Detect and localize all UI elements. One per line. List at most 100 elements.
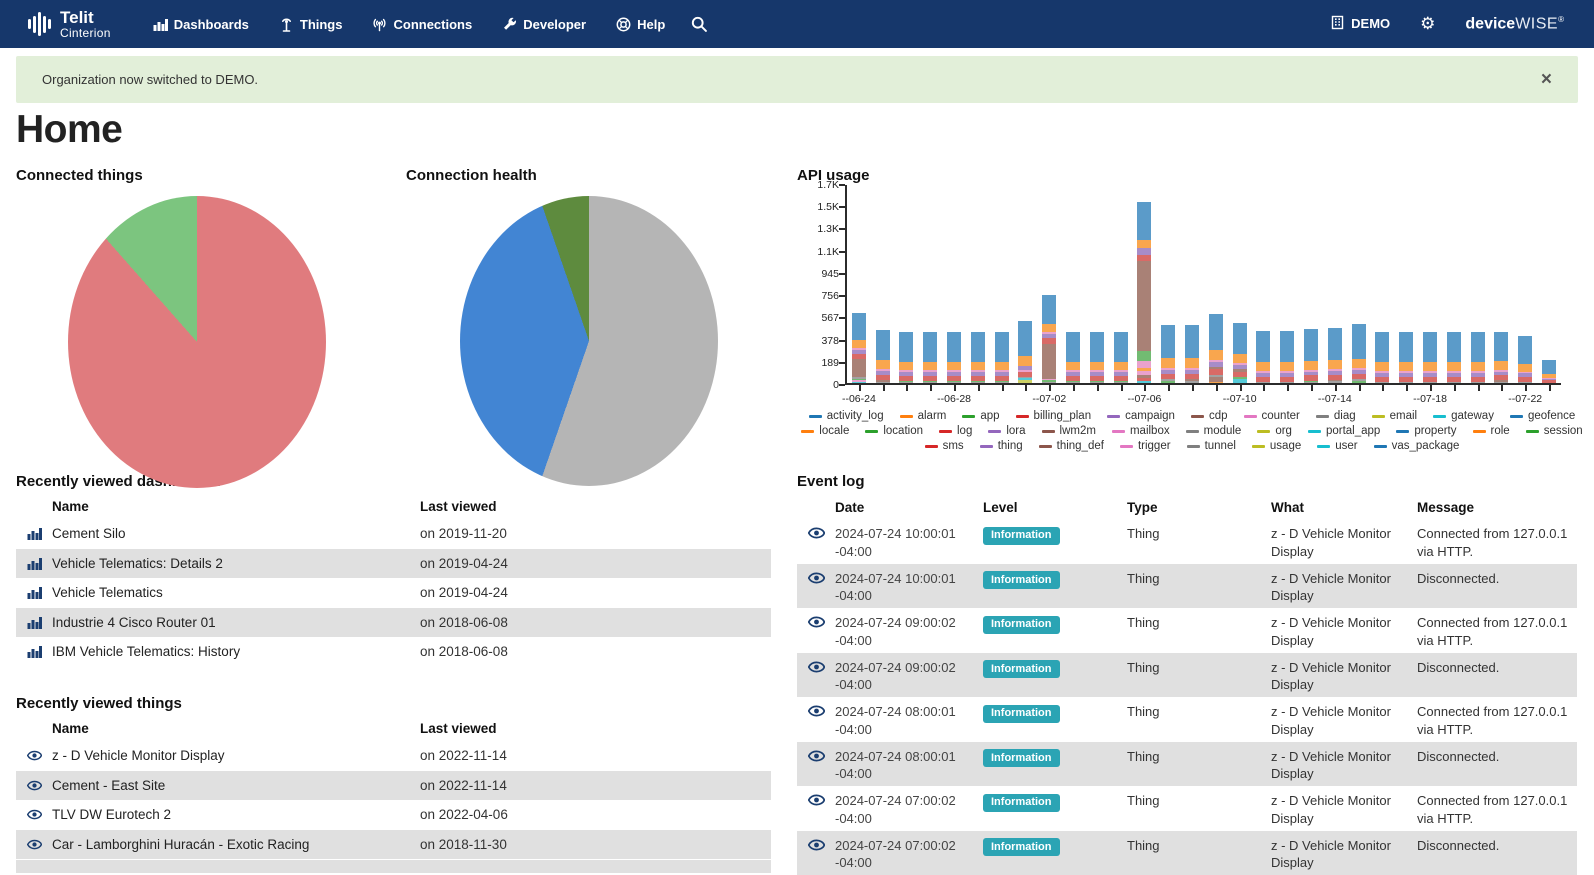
legend-item-gateway[interactable]: gateway	[1433, 410, 1494, 422]
legend-item-thing[interactable]: thing	[980, 440, 1023, 452]
bar-segment	[1185, 358, 1199, 368]
connected-things-pie-chart[interactable]	[68, 196, 326, 488]
legend-item-role[interactable]: role	[1473, 425, 1510, 437]
level-badge: Information	[983, 838, 1060, 856]
legend-swatch	[1107, 415, 1120, 418]
api-usage-bar-07-16[interactable]	[1371, 185, 1395, 383]
api-usage-bar-07-20[interactable]	[1466, 185, 1490, 383]
api-usage-bar-06-27[interactable]	[918, 185, 942, 383]
api-usage-bar-07-05[interactable]	[1109, 185, 1133, 383]
legend-item-lora[interactable]: lora	[988, 425, 1025, 437]
api-usage-bar-06-25[interactable]	[871, 185, 895, 383]
api-usage-bar-07-19[interactable]	[1442, 185, 1466, 383]
brand-logo[interactable]: Telit Cinterion	[28, 9, 111, 39]
search-icon[interactable]	[691, 16, 707, 32]
dashboard-row[interactable]: Cement Silo on 2019-11-20	[16, 519, 771, 549]
api-usage-bar-07-09[interactable]	[1204, 185, 1228, 383]
event-log-row[interactable]: 2024-07-24 08:00:01-04:00 Information Th…	[797, 742, 1577, 787]
legend-item-vas_package[interactable]: vas_package	[1374, 440, 1460, 452]
api-usage-bar-07-06[interactable]: --07-06	[1133, 185, 1157, 383]
dashboard-row[interactable]: Vehicle Telematics: Details 2 on 2019-04…	[16, 549, 771, 579]
legend-swatch	[988, 430, 1001, 433]
nav-item-help[interactable]: Help	[616, 17, 665, 32]
connection-health-pie-chart[interactable]	[460, 196, 718, 486]
legend-item-portal_app[interactable]: portal_app	[1308, 425, 1380, 437]
legend-item-app[interactable]: app	[962, 410, 999, 422]
legend-item-user[interactable]: user	[1317, 440, 1357, 452]
dashboard-row[interactable]: IBM Vehicle Telematics: History on 2018-…	[16, 637, 771, 667]
org-switcher[interactable]: DEMO	[1330, 15, 1390, 33]
gear-icon[interactable]: ⚙	[1420, 15, 1435, 32]
api-usage-bar-06-30[interactable]	[990, 185, 1014, 383]
legend-item-campaign[interactable]: campaign	[1107, 410, 1175, 422]
api-usage-bar-07-07[interactable]	[1156, 185, 1180, 383]
legend-item-log[interactable]: log	[939, 425, 972, 437]
api-usage-bar-07-22[interactable]: --07-22	[1513, 185, 1537, 383]
legend-item-usage[interactable]: usage	[1252, 440, 1301, 452]
legend-item-email[interactable]: email	[1372, 410, 1417, 422]
nav-item-developer[interactable]: Developer	[502, 17, 586, 32]
event-log-row[interactable]: 2024-07-24 09:00:02-04:00 Information Th…	[797, 653, 1577, 698]
legend-item-cdp[interactable]: cdp	[1191, 410, 1228, 422]
api-usage-bar-07-11[interactable]	[1252, 185, 1276, 383]
legend-item-org[interactable]: org	[1257, 425, 1292, 437]
column-header-type: Type	[1127, 500, 1271, 515]
api-usage-bar-07-04[interactable]	[1085, 185, 1109, 383]
api-usage-bar-07-18[interactable]: --07-18	[1418, 185, 1442, 383]
nav-item-things[interactable]: Things	[279, 17, 343, 32]
close-icon[interactable]: ×	[1541, 70, 1552, 89]
thing-row[interactable]: Cement - East Site on 2022-11-14	[16, 771, 771, 801]
event-log-row[interactable]: 2024-07-24 08:00:01-04:00 Information Th…	[797, 697, 1577, 742]
legend-label: geofence	[1528, 410, 1575, 422]
api-usage-bar-07-08[interactable]	[1180, 185, 1204, 383]
legend-label: trigger	[1138, 440, 1171, 452]
api-usage-bar-07-17[interactable]	[1394, 185, 1418, 383]
event-date: 2024-07-24 07:00:02-04:00	[835, 792, 983, 827]
building-icon	[1330, 15, 1345, 33]
thing-row[interactable]: z - D Vehicle Monitor Display on 2022-11…	[16, 741, 771, 771]
legend-item-activity_log[interactable]: activity_log	[809, 410, 884, 422]
legend-item-property[interactable]: property	[1396, 425, 1456, 437]
legend-item-session[interactable]: session	[1526, 425, 1583, 437]
legend-item-lwm2m[interactable]: lwm2m	[1042, 425, 1096, 437]
api-usage-bar-07-02[interactable]: --07-02	[1037, 185, 1061, 383]
bar-segment	[1090, 382, 1104, 383]
api-usage-bar-07-14[interactable]: --07-14	[1323, 185, 1347, 383]
api-usage-bar-06-26[interactable]	[895, 185, 919, 383]
legend-item-diag[interactable]: diag	[1316, 410, 1356, 422]
event-log-row[interactable]: 2024-07-24 07:00:02-04:00 Information Th…	[797, 786, 1577, 831]
api-usage-bar-06-28[interactable]: --06-28	[942, 185, 966, 383]
legend-item-geofence[interactable]: geofence	[1510, 410, 1575, 422]
api-usage-bar-06-29[interactable]	[966, 185, 990, 383]
event-log-row[interactable]: 2024-07-24 10:00:01-04:00 Information Th…	[797, 519, 1577, 564]
api-usage-bar-07-23[interactable]	[1537, 185, 1561, 383]
legend-item-sms[interactable]: sms	[925, 440, 964, 452]
thing-row[interactable]: TLV DW Eurotech 2 on 2022-04-06	[16, 800, 771, 830]
legend-item-location[interactable]: location	[865, 425, 923, 437]
legend-item-billing_plan[interactable]: billing_plan	[1016, 410, 1092, 422]
legend-item-thing_def[interactable]: thing_def	[1039, 440, 1104, 452]
event-log-row[interactable]: 2024-07-24 07:00:02-04:00 Information Th…	[797, 831, 1577, 875]
nav-item-connections[interactable]: Connections	[372, 17, 472, 32]
legend-item-trigger[interactable]: trigger	[1120, 440, 1171, 452]
api-usage-bar-07-12[interactable]	[1275, 185, 1299, 383]
api-usage-bar-07-13[interactable]	[1299, 185, 1323, 383]
legend-item-counter[interactable]: counter	[1244, 410, 1300, 422]
api-usage-bar-06-24[interactable]: --06-24	[847, 185, 871, 383]
api-usage-bar-07-10[interactable]: --07-10	[1228, 185, 1252, 383]
api-usage-bar-07-21[interactable]	[1490, 185, 1514, 383]
dashboard-row[interactable]: Vehicle Telematics on 2019-04-24	[16, 578, 771, 608]
legend-item-tunnel[interactable]: tunnel	[1187, 440, 1236, 452]
event-log-row[interactable]: 2024-07-24 09:00:02-04:00 Information Th…	[797, 608, 1577, 653]
nav-item-dashboards[interactable]: Dashboards	[153, 17, 249, 32]
legend-item-mailbox[interactable]: mailbox	[1112, 425, 1170, 437]
legend-item-alarm[interactable]: alarm	[900, 410, 947, 422]
dashboard-row[interactable]: Industrie 4 Cisco Router 01 on 2018-06-0…	[16, 608, 771, 638]
api-usage-bar-07-15[interactable]	[1347, 185, 1371, 383]
legend-item-locale[interactable]: locale	[801, 425, 849, 437]
event-log-row[interactable]: 2024-07-24 10:00:01-04:00 Information Th…	[797, 564, 1577, 609]
api-usage-bar-07-01[interactable]	[1014, 185, 1038, 383]
legend-item-module[interactable]: module	[1186, 425, 1242, 437]
api-usage-bar-07-03[interactable]	[1061, 185, 1085, 383]
thing-row[interactable]: Car - Lamborghini Huracán - Exotic Racin…	[16, 830, 771, 860]
